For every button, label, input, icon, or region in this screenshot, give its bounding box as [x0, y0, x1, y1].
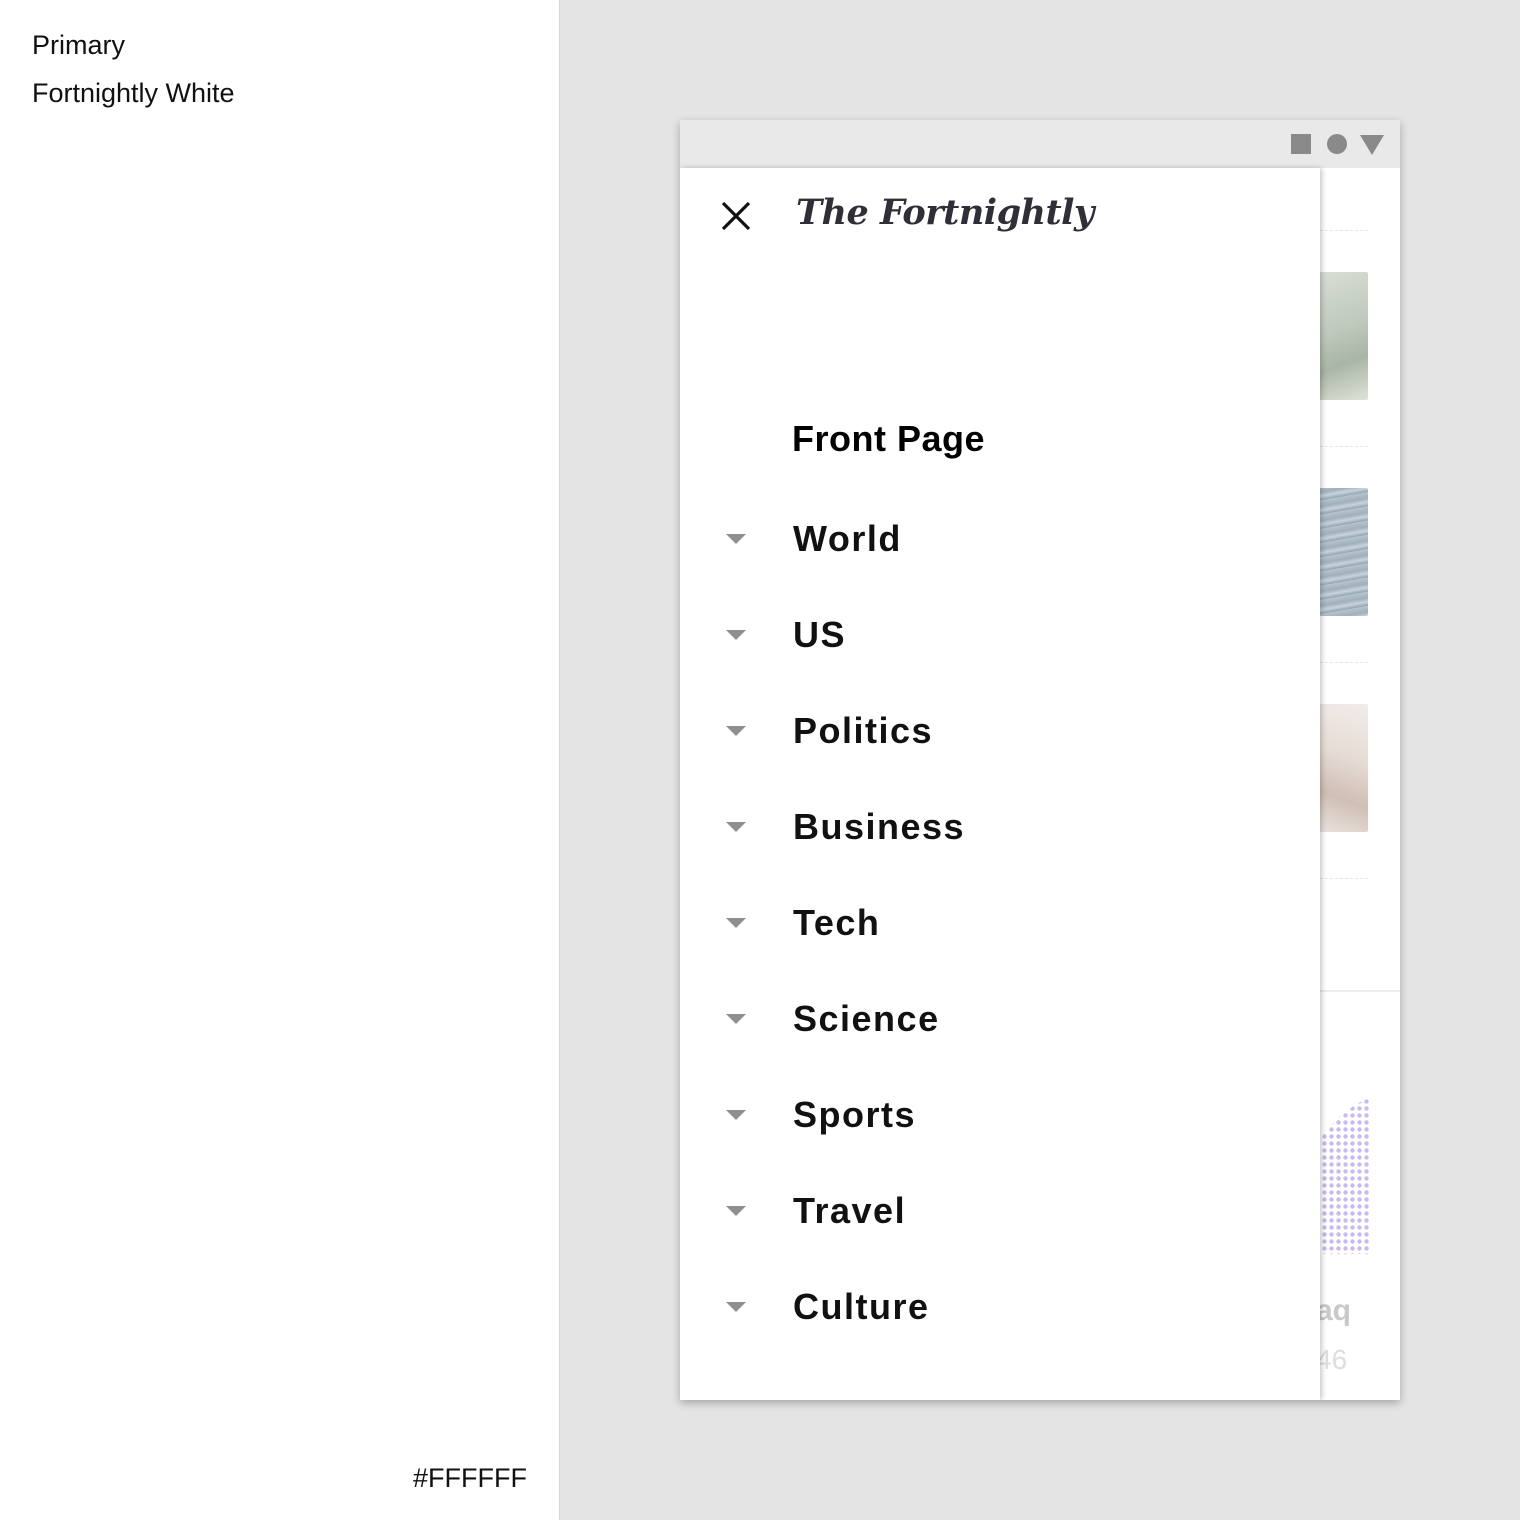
chevron-down-icon[interactable] — [726, 1206, 746, 1216]
chevron-down-icon[interactable] — [726, 1110, 746, 1120]
color-swatch-panel: Primary Fortnightly White #FFFFFF — [0, 0, 560, 1520]
chevron-down-icon[interactable] — [726, 630, 746, 640]
chevron-down-icon[interactable] — [726, 822, 746, 832]
nav-item-front-page[interactable]: Front Page — [792, 418, 985, 460]
nav-item-sports[interactable]: Sports — [680, 1068, 1320, 1164]
nav-item-us[interactable]: US — [680, 588, 1320, 684]
circle-icon — [1327, 134, 1347, 154]
nav-item-politics[interactable]: Politics — [680, 684, 1320, 780]
device-frame: aq 46 The Fortnightly Front Page World U… — [680, 120, 1400, 1400]
nav-item-science[interactable]: Science — [680, 972, 1320, 1068]
brand-logo: The Fortnightly — [796, 192, 1094, 233]
nav-item-label: Tech — [793, 902, 881, 943]
nav-item-tech[interactable]: Tech — [680, 876, 1320, 972]
nav-item-travel[interactable]: Travel — [680, 1164, 1320, 1260]
nav-item-label: Business — [793, 806, 966, 847]
navigation-drawer: The Fortnightly Front Page World US Poli… — [680, 168, 1320, 1400]
chevron-down-icon[interactable] — [726, 534, 746, 544]
nav-item-label: World — [793, 518, 902, 559]
swatch-color-name: Fortnightly White — [32, 78, 235, 108]
chevron-down-icon[interactable] — [726, 918, 746, 928]
swatch-hex-value: #FFFFFF — [413, 1463, 527, 1493]
triangle-icon — [1360, 135, 1384, 155]
nav-item-label: Science — [793, 998, 940, 1039]
close-button[interactable] — [716, 196, 756, 236]
close-icon — [721, 201, 751, 231]
chevron-down-icon[interactable] — [726, 1302, 746, 1312]
nav-item-world[interactable]: World — [680, 492, 1320, 588]
stock-ticker: aq — [1316, 1294, 1352, 1327]
nav-item-culture[interactable]: Culture — [680, 1260, 1320, 1356]
status-bar — [680, 120, 1400, 168]
nav-item-label: Culture — [793, 1286, 930, 1327]
square-icon — [1291, 134, 1311, 154]
nav-item-label: US — [793, 614, 847, 655]
nav-item-business[interactable]: Business — [680, 780, 1320, 876]
nav-item-label: Politics — [793, 710, 934, 751]
chevron-down-icon[interactable] — [726, 1014, 746, 1024]
nav-item-label: Travel — [793, 1190, 907, 1231]
chevron-down-icon[interactable] — [726, 726, 746, 736]
nav-item-label: Sports — [793, 1094, 917, 1135]
swatch-role-label: Primary — [32, 30, 125, 60]
stock-price: 46 — [1316, 1344, 1348, 1375]
